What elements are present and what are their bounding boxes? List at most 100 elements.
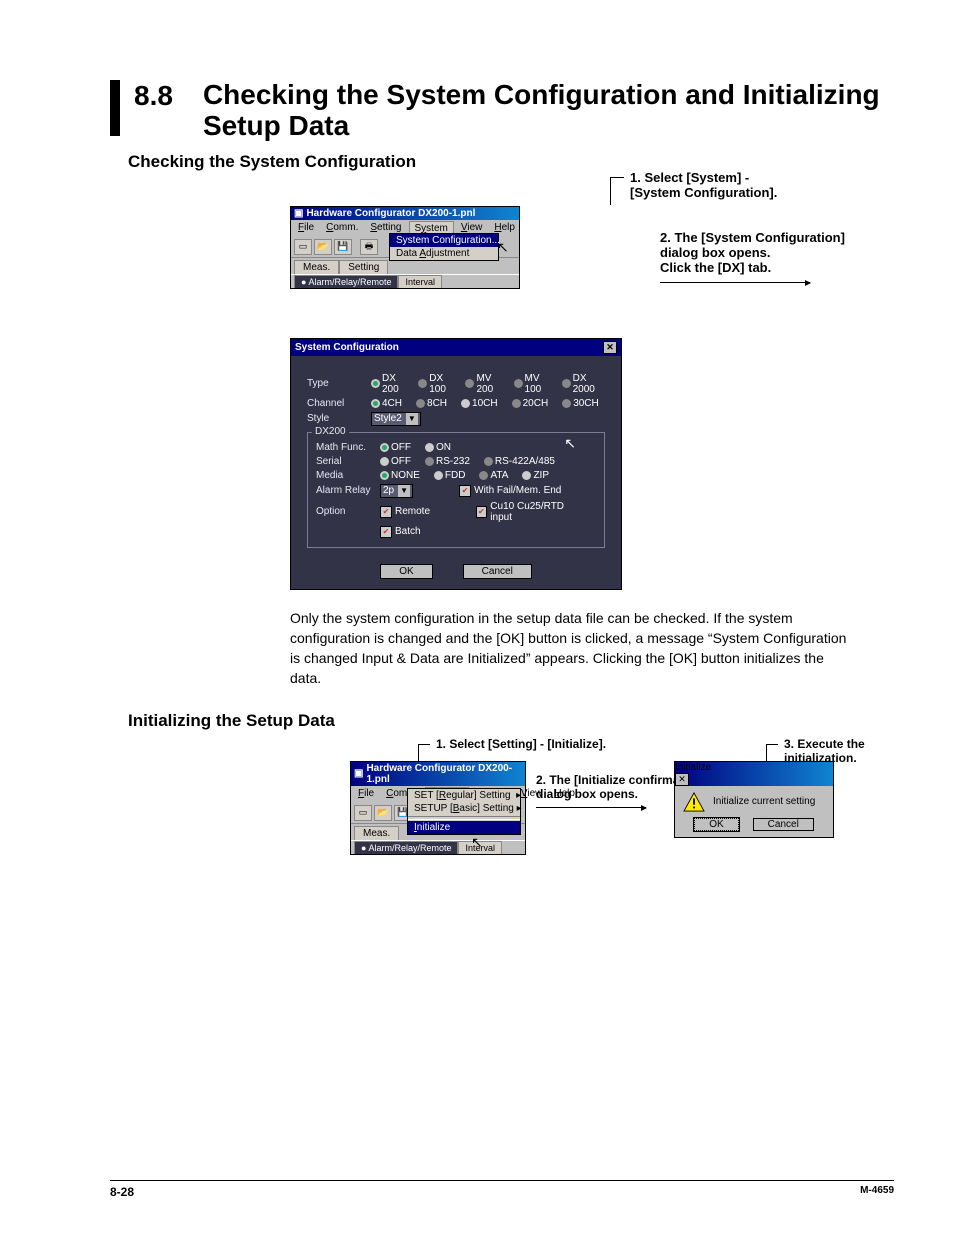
page-footer: 8-28 M-4659 [110,1180,894,1199]
row-type: Type DX 200 DX 100 MV 200 MV 100 DX 2000 [307,373,605,395]
radio-dx100-label: DX 100 [429,373,451,395]
radio-20ch-label: 20CH [523,398,549,409]
callout-1-line1: 1. Select [System] - [630,170,749,185]
callout-1: 1. Select [System] - [System Configurati… [630,170,777,200]
menu-file2[interactable]: File [353,787,379,802]
radio-media-ata-label: ATA [490,470,508,481]
callout-4-line2: dialog box opens. [536,787,638,801]
subheading-2: Initializing the Setup Data [128,711,894,731]
tab-meas2[interactable]: Meas. [354,826,399,840]
radio-mv200[interactable]: MV 200 [465,373,499,395]
sub-tabs: ● Alarm/Relay/Remote Interval [291,274,519,288]
print-icon[interactable]: 🖶 [360,239,378,255]
check-batch-label: Batch [395,526,421,537]
cursor-icon: ↖ [497,239,509,256]
label-option: Option [316,506,372,517]
cursor-icon-3: ↖ [471,834,483,851]
check-cu10-label: Cu10 Cu25/RTD input [490,501,586,523]
window2-titlebar: ▣ Hardware Configurator DX200-1.pnl [351,762,525,786]
label-style: Style [307,413,363,424]
menu-item-dataadjust[interactable]: Data Adjustment [390,247,498,260]
radio-media-fdd[interactable]: FDD [434,470,466,481]
radio-mv100-label: MV 100 [525,373,548,395]
cursor-icon-2: ↖ [564,435,576,452]
ok-button[interactable]: OK [380,564,432,579]
menu-item-initialize[interactable]: Initialize [408,821,520,834]
initdlg-message: Initialize current setting [713,796,815,807]
radio-serial-232-label: RS-232 [436,456,470,467]
cancel-button[interactable]: Cancel [463,564,532,579]
radio-math-on[interactable]: ON [425,442,451,453]
save-icon[interactable]: 💾 [334,239,352,255]
subtab-interval[interactable]: Interval [398,275,442,288]
check-remote[interactable]: ✔Remote [380,506,430,518]
close-icon[interactable]: ✕ [603,341,617,354]
group-dx200: DX200 Math Func. OFF ON ↖ Serial OFF RS-… [307,432,605,548]
radio-media-none[interactable]: NONE [380,470,420,481]
section-number: 8.8 [134,80,173,110]
radio-math-on-label: ON [436,442,451,453]
radio-8ch-label: 8CH [427,398,447,409]
body-paragraph: Only the system configuration in the set… [290,608,850,689]
radio-media-zip[interactable]: ZIP [522,470,549,481]
radio-20ch[interactable]: 20CH [512,398,549,409]
new-icon[interactable]: ▭ [354,805,372,821]
tab-setting[interactable]: Setting [339,260,388,274]
radio-media-zip-label: ZIP [533,470,549,481]
menu-item-basic[interactable]: SETUP [Basic] Setting ▸ [408,802,520,815]
menu-file[interactable]: File [293,221,319,236]
check-remote-label: Remote [395,506,430,517]
combo-alarm[interactable]: 2p▼ [380,484,413,498]
radio-math-off-label: OFF [391,442,411,453]
label-media: Media [316,470,372,481]
radio-serial-off[interactable]: OFF [380,456,411,467]
open-icon[interactable]: 📂 [374,805,392,821]
menu-item-sysconfig[interactable]: System Configuration... [390,234,498,247]
tab-meas[interactable]: Meas. [294,260,339,274]
page-number: 8-28 [110,1185,134,1199]
menu-comm[interactable]: Comm. [321,221,363,236]
init-cancel-button[interactable]: Cancel [753,818,814,831]
radio-dx200[interactable]: DX 200 [371,373,404,395]
check-batch[interactable]: ✔Batch [380,526,421,538]
radio-dx2000[interactable]: DX 2000 [562,373,599,395]
check-failmem[interactable]: ✔With Fail/Mem. End [459,485,561,497]
row-channel: Channel 4CH 8CH 10CH 20CH 30CH [307,398,605,409]
radio-30ch[interactable]: 30CH [562,398,599,409]
radio-serial-off-label: OFF [391,456,411,467]
window-title: Hardware Configurator DX200-1.pnl [306,208,475,219]
subtab-alarm[interactable]: ● Alarm/Relay/Remote [294,275,398,288]
dialog-titlebar: System Configuration ✕ [291,339,621,356]
section-header: 8.8 Checking the System Configuration an… [110,80,894,142]
system-configuration-dialog: System Configuration ✕ Type DX 200 DX 10… [290,338,622,590]
radio-dx100[interactable]: DX 100 [418,373,451,395]
init-ok-button[interactable]: OK [694,818,738,831]
close-icon[interactable]: ✕ [675,773,689,786]
configurator-window-2: ▣ Hardware Configurator DX200-1.pnl File… [350,761,526,855]
radio-10ch[interactable]: 10CH [461,398,498,409]
combo-style[interactable]: Style2▼ [371,412,421,426]
label-type: Type [307,378,363,389]
radio-8ch[interactable]: 8CH [416,398,447,409]
radio-dx200-label: DX 200 [382,373,404,395]
section-title: Checking the System Configuration and In… [203,80,894,142]
radio-mv100[interactable]: MV 100 [514,373,548,395]
open-icon[interactable]: 📂 [314,239,332,255]
radio-media-ata[interactable]: ATA [479,470,508,481]
radio-serial-422[interactable]: RS-422A/485 [484,456,555,467]
radio-dx2000-label: DX 2000 [573,373,599,395]
radio-4ch[interactable]: 4CH [371,398,402,409]
dialog-title: System Configuration [295,342,399,353]
callout-2-line3: Click the [DX] tab. [660,260,771,275]
chevron-down-icon: ▼ [398,485,410,497]
radio-4ch-label: 4CH [382,398,402,409]
new-icon[interactable]: ▭ [294,239,312,255]
label-math: Math Func. [316,442,372,453]
radio-serial-232[interactable]: RS-232 [425,456,470,467]
check-cu10[interactable]: ✔Cu10 Cu25/RTD input [476,501,586,523]
radio-math-off[interactable]: OFF [380,442,411,453]
subtab-alarm2[interactable]: ● Alarm/Relay/Remote [354,841,458,854]
app-icon: ▣ [294,208,303,219]
menu-item-regular[interactable]: SET [Regular] Setting ▸ [408,789,520,802]
app-icon: ▣ [354,768,363,779]
